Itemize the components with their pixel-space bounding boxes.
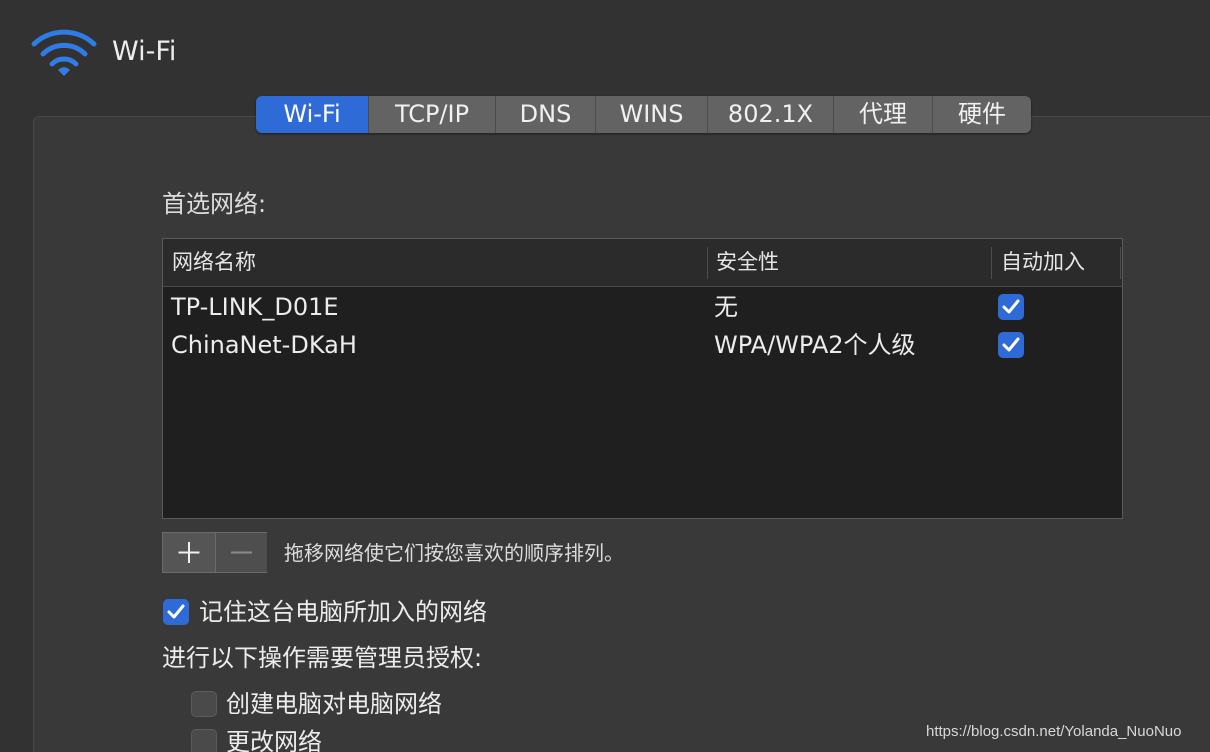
column-separator xyxy=(991,247,992,279)
create-computer-network-label[interactable]: 创建电脑对电脑网络 xyxy=(226,688,442,720)
remove-network-button[interactable] xyxy=(215,533,267,572)
reorder-hint: 拖移网络使它们按您喜欢的顺序排列。 xyxy=(284,541,624,565)
column-header-auto-join[interactable]: 自动加入 xyxy=(1001,239,1085,286)
column-header-security[interactable]: 安全性 xyxy=(716,239,779,286)
add-network-button[interactable] xyxy=(163,533,215,572)
tab-wifi[interactable]: Wi-Fi xyxy=(256,96,368,133)
wifi-preferences-window: Wi-Fi Wi-Fi TCP/IP DNS WINS 802.1X 代理 硬件… xyxy=(0,0,1210,752)
preferred-networks-table[interactable]: 网络名称 安全性 自动加入 TP-LINK_D01E 无 ChinaNet-DK… xyxy=(162,238,1123,519)
preferred-networks-label: 首选网络: xyxy=(162,190,267,218)
tab-wins[interactable]: WINS xyxy=(595,96,707,133)
watermark: https://blog.csdn.net/Yolanda_NuoNuo xyxy=(926,723,1182,740)
wifi-icon xyxy=(30,28,98,80)
change-network-label[interactable]: 更改网络 xyxy=(226,726,322,752)
checkmark-icon xyxy=(1002,299,1020,314)
network-security: 无 xyxy=(714,293,738,321)
remember-networks-checkbox[interactable] xyxy=(163,599,189,625)
plus-icon xyxy=(178,542,200,563)
column-separator xyxy=(1120,247,1121,279)
column-separator xyxy=(707,247,708,279)
table-header: 网络名称 安全性 自动加入 xyxy=(163,239,1122,287)
create-computer-network-checkbox[interactable] xyxy=(191,691,217,717)
auto-join-checkbox[interactable] xyxy=(998,294,1024,320)
tab-proxy[interactable]: 代理 xyxy=(833,96,932,133)
auto-join-checkbox[interactable] xyxy=(998,332,1024,358)
tab-8021x[interactable]: 802.1X xyxy=(707,96,833,133)
network-name: ChinaNet-DKaH xyxy=(171,331,357,359)
network-name: TP-LINK_D01E xyxy=(171,293,339,321)
page-title: Wi-Fi xyxy=(112,36,177,67)
table-row[interactable]: ChinaNet-DKaH WPA/WPA2个人级 xyxy=(163,326,1122,364)
change-network-checkbox[interactable] xyxy=(191,729,217,752)
admin-auth-label: 进行以下操作需要管理员授权: xyxy=(162,644,483,672)
tab-bar: Wi-Fi TCP/IP DNS WINS 802.1X 代理 硬件 xyxy=(256,96,1031,133)
add-remove-buttons xyxy=(162,532,267,573)
tab-tcpip[interactable]: TCP/IP xyxy=(368,96,495,133)
table-row[interactable]: TP-LINK_D01E 无 xyxy=(163,288,1122,326)
checkmark-icon xyxy=(167,604,185,619)
tab-dns[interactable]: DNS xyxy=(495,96,595,133)
tab-hardware[interactable]: 硬件 xyxy=(932,96,1031,133)
minus-icon xyxy=(231,551,252,554)
remember-networks-label[interactable]: 记住这台电脑所加入的网络 xyxy=(199,596,487,628)
column-header-name[interactable]: 网络名称 xyxy=(172,239,256,286)
checkmark-icon xyxy=(1002,337,1020,352)
network-security: WPA/WPA2个人级 xyxy=(714,331,916,359)
